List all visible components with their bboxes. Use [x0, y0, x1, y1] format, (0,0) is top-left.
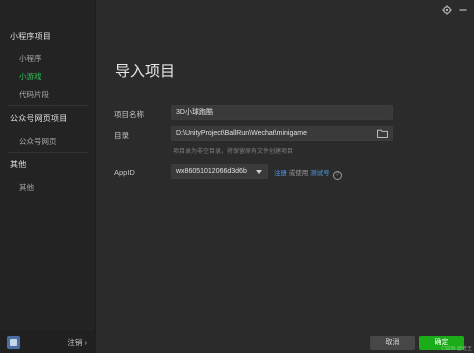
appid-actions: 注册 或使用 测试号? — [274, 167, 342, 180]
page-title: 导入项目 — [115, 63, 176, 80]
project-name-input[interactable]: 3D小球跑酷 — [171, 105, 393, 120]
help-icon[interactable]: ? — [332, 171, 342, 180]
appid-select[interactable]: wx86051012066d3d6b — [171, 164, 268, 179]
or-use-text: 或使用 — [287, 170, 311, 177]
sidebar-item-miniprogram[interactable]: 小程序 — [19, 53, 42, 64]
directory-input[interactable]: D:\UnityProject\BallRun\Wechat\minigame — [171, 126, 393, 141]
project-name-label: 项目名称 — [114, 110, 144, 119]
avatar[interactable] — [7, 336, 20, 349]
directory-label: 目录 — [114, 131, 129, 140]
appid-value: wx86051012066d3d6b — [176, 168, 247, 175]
sidebar-item-official-account-web[interactable]: 公众号网页 — [19, 136, 57, 147]
chevron-down-icon — [256, 170, 262, 174]
sidebar-item-code-snippet[interactable]: 代码片段 — [19, 89, 49, 100]
logout-button[interactable]: 注销 › — [67, 337, 87, 348]
sidebar-divider — [8, 105, 88, 106]
import-project-window: 小程序项目 小程序 小游戏 代码片段 公众号网页项目 公众号网页 其他 其他 注… — [0, 0, 474, 353]
test-account-link[interactable]: 测试号 — [310, 170, 330, 177]
watermark: CSDN @老王 — [441, 346, 472, 352]
directory-hint: 项目录为非空目录，将保留原有文件创建项目 — [173, 149, 294, 155]
minimize-icon[interactable] — [458, 5, 468, 15]
main-panel: 导入项目 项目名称 3D小球跑酷 目录 D:\UnityProject\Ball… — [96, 0, 474, 353]
chevron-right-icon: › — [84, 338, 88, 347]
group-title-miniprogram: 小程序项目 — [10, 32, 51, 41]
directory-value: D:\UnityProject\BallRun\Wechat\minigame — [176, 130, 307, 137]
sidebar-divider — [8, 152, 88, 153]
appid-label: AppID — [114, 168, 135, 177]
sidebar-footer: 注销 › — [0, 331, 96, 353]
group-title-official-account: 公众号网页项目 — [10, 114, 68, 123]
sidebar: 小程序项目 小程序 小游戏 代码片段 公众号网页项目 公众号网页 其他 其他 注… — [0, 0, 96, 353]
logout-label: 注销 — [67, 338, 83, 347]
sidebar-item-other[interactable]: 其他 — [19, 182, 34, 193]
group-title-other: 其他 — [10, 160, 27, 169]
sidebar-item-minigame[interactable]: 小游戏 — [19, 71, 42, 82]
folder-icon[interactable] — [377, 129, 388, 138]
register-link[interactable]: 注册 — [274, 170, 287, 177]
cancel-button[interactable]: 取消 — [370, 336, 415, 350]
gear-icon[interactable] — [442, 5, 452, 15]
